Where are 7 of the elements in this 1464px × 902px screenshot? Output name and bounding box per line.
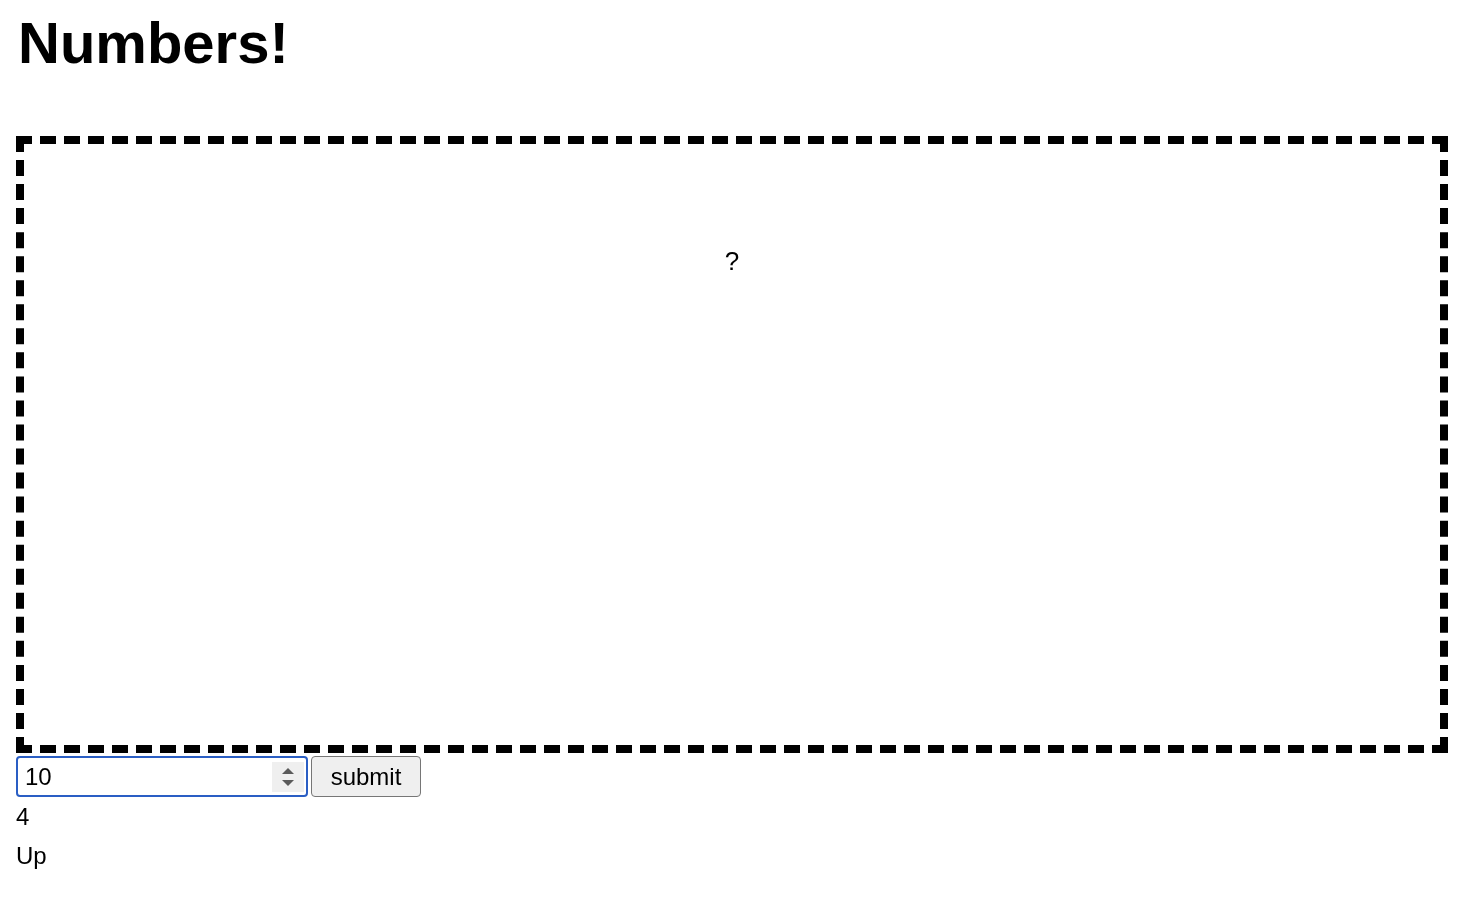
spinner-icon[interactable]: [272, 761, 304, 792]
hidden-number: ?: [724, 246, 740, 276]
submit-button[interactable]: submit: [311, 756, 421, 797]
result-text: 4: [16, 802, 30, 832]
number-input-field[interactable]: 10: [16, 756, 308, 797]
page-title: Numbers!: [18, 10, 289, 76]
result-text: Up: [16, 841, 47, 871]
